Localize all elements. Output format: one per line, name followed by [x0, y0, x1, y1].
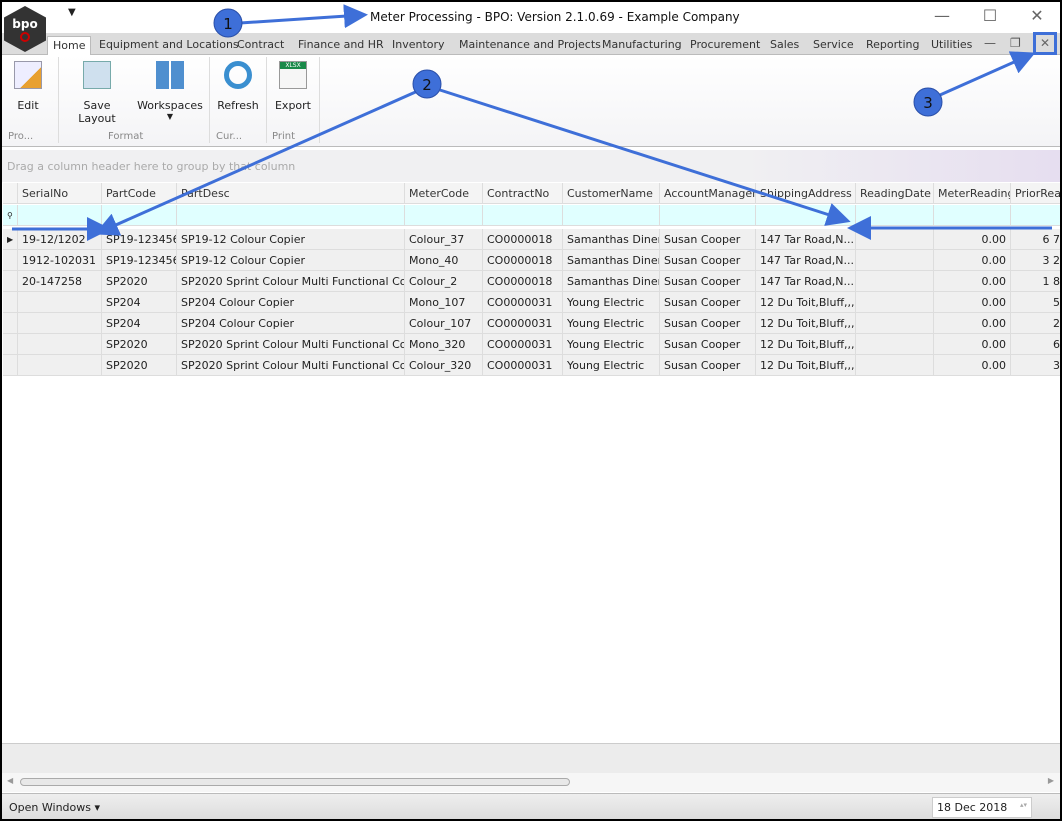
annotation-arrow-1: [239, 4, 368, 29]
annotation-label-1: 1: [223, 15, 233, 33]
annotation-layer: 1 2 3: [12, 4, 1052, 241]
annotation-arrow-2a: [94, 88, 421, 236]
annotation-arrow-2b: [439, 88, 851, 226]
annotation-label-2: 2: [422, 76, 432, 94]
annotation-arrow-3: [939, 51, 1036, 97]
annotation-label-3: 3: [923, 94, 933, 112]
